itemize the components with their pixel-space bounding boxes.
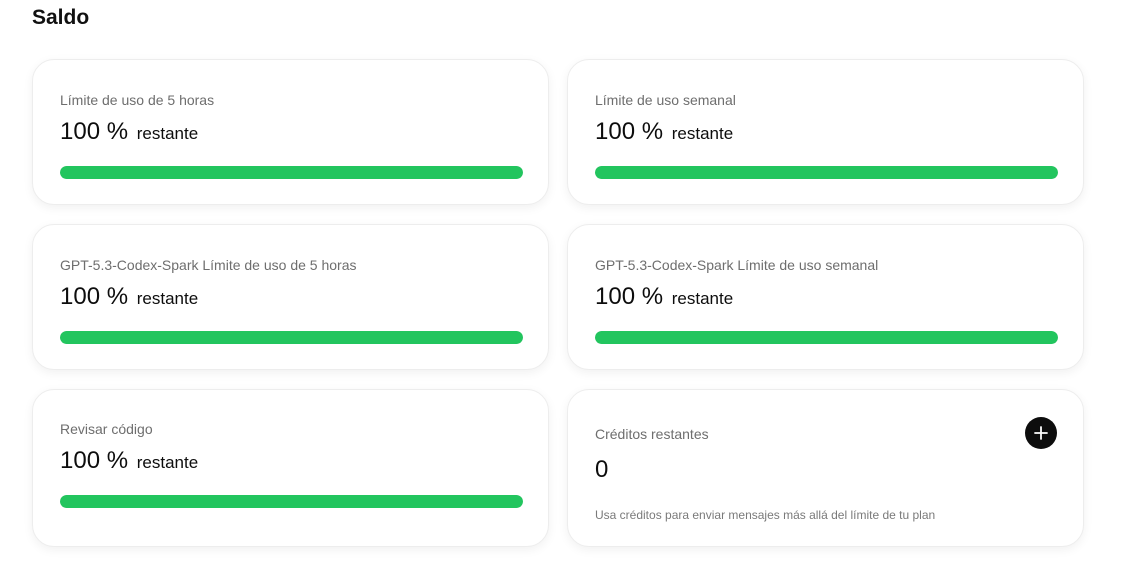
usage-percent: 100 % [595, 118, 664, 145]
usage-progress-fill [60, 166, 523, 179]
credits-note: Usa créditos para enviar mensajes más al… [595, 508, 936, 522]
usage-suffix: restante [671, 124, 734, 143]
usage-suffix: restante [136, 453, 199, 472]
usage-progress-bar [60, 166, 523, 179]
card-value: 100 % restante [60, 282, 198, 314]
card-value: 100 % restante [60, 117, 198, 149]
card-label: GPT-5.3-Codex-Spark Límite de uso de 5 h… [60, 257, 357, 273]
card-value: 100 % restante [595, 117, 733, 149]
card-value: 100 % restante [60, 446, 198, 478]
credits-label: Créditos restantes [595, 426, 709, 442]
usage-card-5h: Límite de uso de 5 horas 100 % restante [32, 59, 549, 205]
card-label: GPT-5.3-Codex-Spark Límite de uso semana… [595, 257, 879, 273]
usage-percent: 100 % [60, 118, 129, 145]
usage-progress-fill [595, 331, 1058, 344]
usage-progress-fill [595, 166, 1058, 179]
usage-progress-bar [60, 495, 523, 508]
card-label: Límite de uso de 5 horas [60, 92, 215, 108]
usage-suffix: restante [136, 289, 199, 308]
usage-progress-fill [60, 331, 523, 344]
usage-card-code-review: Revisar código 100 % restante [32, 389, 549, 547]
usage-card-weekly: Límite de uso semanal 100 % restante [567, 59, 1084, 205]
usage-percent: 100 % [60, 283, 129, 310]
usage-progress-fill [60, 495, 523, 508]
credits-value: 0 [595, 456, 609, 483]
add-credits-button[interactable] [1025, 417, 1057, 449]
usage-progress-bar [595, 331, 1058, 344]
usage-progress-bar [595, 166, 1058, 179]
usage-card-spark-weekly: GPT-5.3-Codex-Spark Límite de uso semana… [567, 224, 1084, 370]
card-label: Revisar código [60, 421, 153, 437]
balance-page: Saldo Límite de uso de 5 horas 100 % res… [0, 0, 1125, 572]
plus-icon [1034, 426, 1048, 440]
card-label: Límite de uso semanal [595, 92, 736, 108]
usage-suffix: restante [136, 124, 199, 143]
usage-card-spark-5h: GPT-5.3-Codex-Spark Límite de uso de 5 h… [32, 224, 549, 370]
usage-percent: 100 % [60, 447, 129, 474]
credits-card: Créditos restantes 0 Usa créditos para e… [567, 389, 1084, 547]
usage-percent: 100 % [595, 283, 664, 310]
section-title: Saldo [32, 6, 90, 29]
usage-suffix: restante [671, 289, 734, 308]
card-value: 100 % restante [595, 282, 733, 314]
usage-progress-bar [60, 331, 523, 344]
